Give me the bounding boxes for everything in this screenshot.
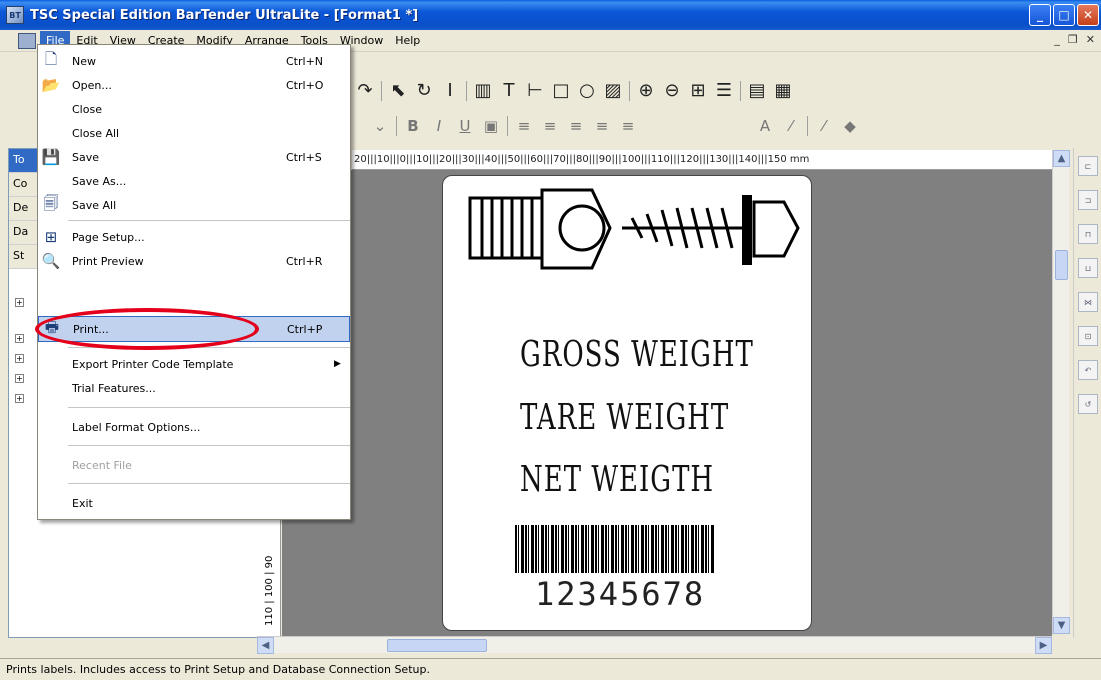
line-color-icon[interactable]: ⁄ <box>781 117 801 135</box>
menu-item-recent-file: Recent File <box>72 458 132 472</box>
highlight-ellipse <box>35 308 259 350</box>
scroll-right-icon[interactable]: ▶ <box>1035 637 1052 654</box>
barcode-tool-icon[interactable]: ▥ <box>473 80 493 101</box>
horizontal-scroll-thumb[interactable] <box>387 639 487 652</box>
menu-item-new[interactable]: 🗋 New Ctrl+N <box>38 49 350 73</box>
select-pointer-icon[interactable]: ⬉ <box>388 80 408 101</box>
underline-icon[interactable]: U <box>455 117 475 135</box>
horizontal-ruler: 20|||10|||0|||10|||20|||30|||40|||50|||6… <box>352 150 1052 170</box>
tree-expand-icon[interactable]: + <box>15 334 24 343</box>
dropdown-arrow-icon[interactable]: ⌄ <box>370 117 390 135</box>
ruler-icon[interactable]: ☰ <box>714 80 734 101</box>
window-title: TSC Special Edition BarTender UltraLite … <box>30 7 419 23</box>
distribute-icon[interactable]: ⋈ <box>1078 292 1098 312</box>
app-icon[interactable]: BT <box>6 6 24 24</box>
picture-tool-icon[interactable]: ▨ <box>603 80 623 101</box>
fill-color-icon[interactable]: ◆ <box>840 117 860 135</box>
printer-toolbar-icon[interactable]: ▦ <box>773 80 793 101</box>
text-tool-icon[interactable]: T <box>499 80 519 101</box>
submenu-arrow-icon: ▶ <box>334 359 341 369</box>
menu-item-save-as[interactable]: Save As... <box>38 169 350 193</box>
font-color-icon[interactable]: A <box>755 117 775 135</box>
menu-item-page-setup[interactable]: ⊞ Page Setup... <box>38 225 350 249</box>
justify-all-icon[interactable]: ≡ <box>618 117 638 135</box>
label-line-net[interactable]: NET WEIGTH <box>520 460 714 501</box>
maximize-button[interactable]: □ <box>1053 4 1075 26</box>
italic-icon[interactable]: I <box>429 117 449 135</box>
save-icon: 💾 <box>41 148 61 166</box>
mdi-close-icon[interactable]: ✕ <box>1086 33 1095 46</box>
align-center-icon[interactable]: ≡ <box>540 117 560 135</box>
rotate-180-icon[interactable]: ↺ <box>1078 394 1098 414</box>
fittings-illustration-icon <box>468 188 800 270</box>
word-icon[interactable]: ▣ <box>481 117 501 135</box>
document-icon[interactable] <box>18 32 36 49</box>
mdi-restore-icon[interactable]: ❐ <box>1068 33 1078 46</box>
label-line-gross[interactable]: GROSS WEIGHT <box>520 335 754 376</box>
align-left-icon[interactable]: ≡ <box>514 117 534 135</box>
scroll-up-icon[interactable]: ▲ <box>1053 150 1070 167</box>
circle-tool-icon[interactable]: ○ <box>577 80 597 101</box>
status-bar: Prints labels. Includes access to Print … <box>0 658 1101 680</box>
barcode-graphic[interactable] <box>515 525 715 573</box>
page-setup-icon: ⊞ <box>44 228 58 246</box>
menu-item-save-all[interactable]: 🗐 Save All <box>38 193 350 217</box>
rotate-90-icon[interactable]: ↶ <box>1078 360 1098 380</box>
menu-item-export-template[interactable]: Export Printer Code Template ▶ <box>38 352 350 376</box>
barcode-number: 12345678 <box>535 575 706 613</box>
menu-item-print-preview[interactable]: 🔍 Print Preview Ctrl+R <box>38 249 350 273</box>
vertical-scrollbar[interactable]: ▲ ▼ <box>1052 150 1070 634</box>
scroll-left-icon[interactable]: ◀ <box>257 637 274 654</box>
align-centers-icon[interactable]: ⊐ <box>1078 190 1098 210</box>
label-line-tare[interactable]: TARE WEIGHT <box>520 398 729 439</box>
align-left-edges-icon[interactable]: ⊏ <box>1078 156 1098 176</box>
align-top-icon[interactable]: ⊓ <box>1078 224 1098 244</box>
line-tool-icon[interactable]: ⊢ <box>525 80 545 101</box>
pen-color-icon[interactable]: ⁄ <box>814 117 834 135</box>
box-tool-icon[interactable]: □ <box>551 80 571 101</box>
rotate-icon[interactable]: ↻ <box>414 80 434 101</box>
minimize-button[interactable]: _ <box>1029 4 1051 26</box>
alignment-toolbar: ⊏ ⊐ ⊓ ⊔ ⋈ ⊡ ↶ ↺ <box>1073 148 1101 638</box>
redo-icon[interactable]: ↷ <box>355 80 375 101</box>
menu-item-close-all[interactable]: Close All <box>38 121 350 145</box>
menu-item-trial-features[interactable]: Trial Features... <box>38 376 350 400</box>
print-preview-icon: 🔍 <box>41 252 61 270</box>
vertical-scroll-thumb[interactable] <box>1055 250 1068 280</box>
align-right-icon[interactable]: ≡ <box>566 117 586 135</box>
file-menu: 🗋 New Ctrl+N 📂 Open... Ctrl+O Close Clos… <box>37 44 351 520</box>
menu-help[interactable]: Help <box>389 31 426 50</box>
tree-expand-icon[interactable]: + <box>15 374 24 383</box>
mdi-minimize-icon[interactable]: _ <box>1054 33 1060 46</box>
scroll-down-icon[interactable]: ▼ <box>1053 617 1070 634</box>
close-button[interactable]: ✕ <box>1077 4 1099 26</box>
new-doc-icon: 🗋 <box>44 49 58 68</box>
menu-item-close[interactable]: Close <box>38 97 350 121</box>
title-bar: BT TSC Special Edition BarTender UltraLi… <box>0 0 1101 30</box>
tree-expand-icon[interactable]: + <box>15 298 24 307</box>
zoom-fit-icon[interactable]: ⊞ <box>688 80 708 101</box>
print-code-icon[interactable]: ▤ <box>747 80 767 101</box>
tree-expand-icon[interactable]: + <box>15 354 24 363</box>
tree-expand-icon[interactable]: + <box>15 394 24 403</box>
horizontal-scrollbar[interactable]: ◀ ▶ <box>257 636 1052 654</box>
align-bottom-icon[interactable]: ⊔ <box>1078 258 1098 278</box>
menu-item-open[interactable]: 📂 Open... Ctrl+O <box>38 73 350 97</box>
text-cursor-icon[interactable]: I <box>440 80 460 101</box>
menu-item-exit[interactable]: Exit <box>38 491 350 515</box>
justify-icon[interactable]: ≡ <box>592 117 612 135</box>
bold-icon[interactable]: B <box>403 117 423 135</box>
menu-item-save[interactable]: 💾 Save Ctrl+S <box>38 145 350 169</box>
center-page-icon[interactable]: ⊡ <box>1078 326 1098 346</box>
open-folder-icon: 📂 <box>41 76 61 94</box>
save-all-icon: 🗐 <box>43 193 59 212</box>
zoom-in-icon[interactable]: ⊕ <box>636 80 656 101</box>
menu-item-label-format-options[interactable]: Label Format Options... <box>38 415 350 439</box>
zoom-out-icon[interactable]: ⊖ <box>662 80 682 101</box>
